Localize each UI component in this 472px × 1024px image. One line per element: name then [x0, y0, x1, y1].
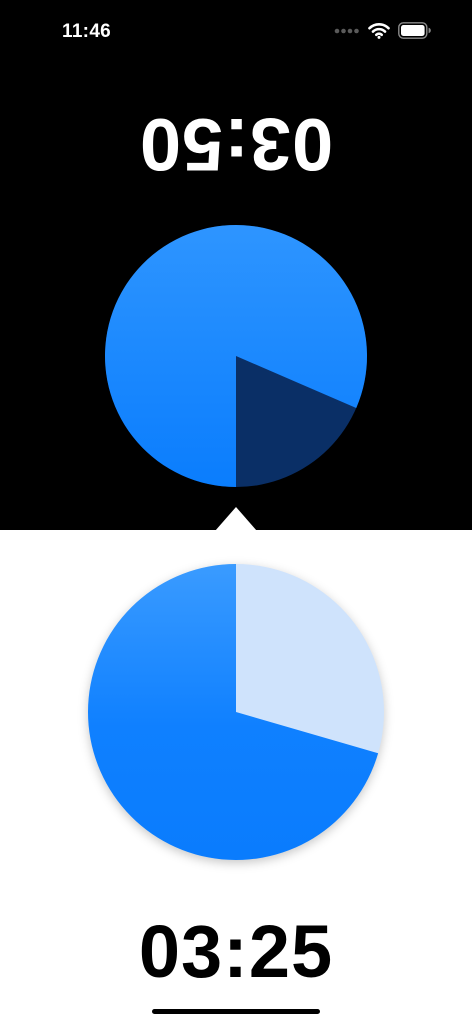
opponent-timer: 03:50 — [138, 103, 334, 186]
player-timer-pie[interactable] — [86, 562, 386, 862]
turn-indicator-arrow — [215, 507, 257, 531]
battery-icon — [398, 22, 432, 39]
status-time: 11:46 — [62, 21, 112, 42]
signal-dots-icon — [334, 27, 360, 35]
status-icons — [334, 22, 432, 39]
opponent-timer-pie[interactable] — [104, 224, 368, 488]
status-bar: 11:46 — [0, 0, 472, 60]
opponent-panel[interactable]: 11:46 03:50 — [0, 0, 472, 530]
wifi-icon — [368, 22, 390, 39]
player-timer: 03:25 — [138, 910, 334, 993]
home-indicator[interactable] — [152, 1009, 320, 1014]
